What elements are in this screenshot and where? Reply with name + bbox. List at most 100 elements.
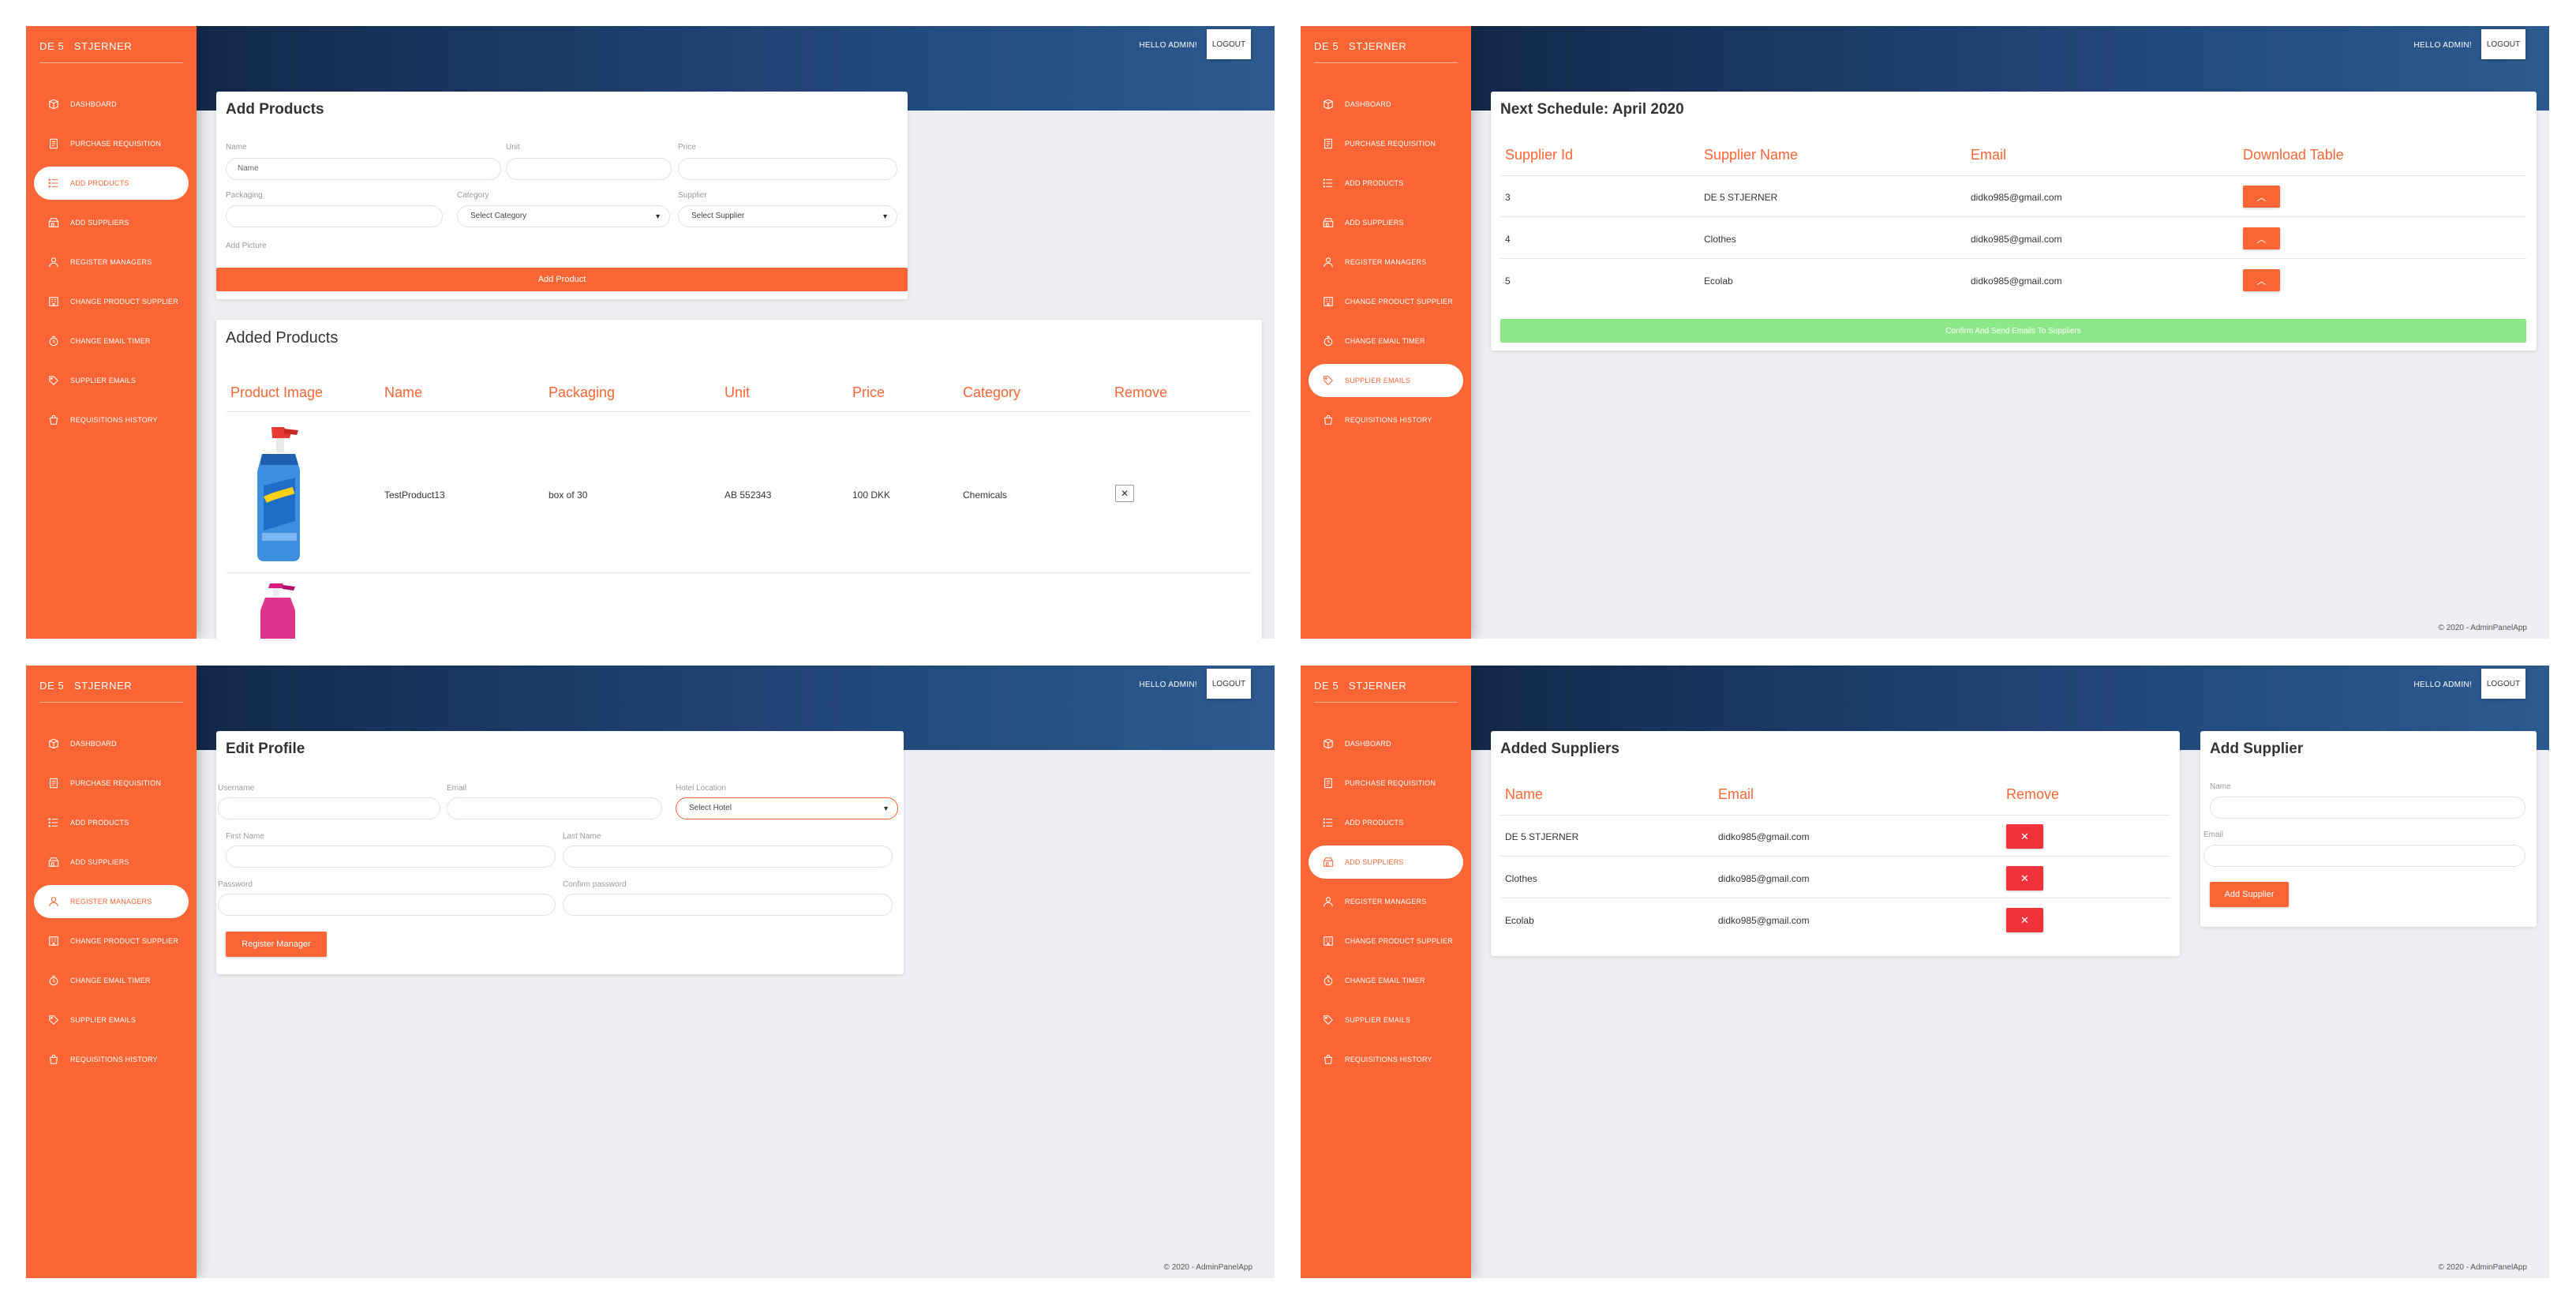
- add-supplier-button[interactable]: Add Supplier: [2210, 882, 2289, 907]
- sidebar-item-add-suppliers[interactable]: ADD SUPPLIERS: [1309, 846, 1463, 879]
- email-input[interactable]: [447, 797, 662, 819]
- sidebar-item-purchase-requisition[interactable]: PURCHASE REQUISITION: [34, 767, 189, 800]
- brand-logo: DE 5 STJERNER: [39, 680, 133, 692]
- supplier-name: Clothes: [1505, 873, 1537, 884]
- supplier-name-input[interactable]: [2210, 797, 2525, 819]
- sidebar-item-requisitions-history[interactable]: REQUISITIONS HISTORY: [34, 1043, 189, 1076]
- sidebar-item-change-email-timer[interactable]: CHANGE EMAIL TIMER: [34, 964, 189, 997]
- sidebar: DE 5 STJERNER DASHBOARD PURCHASE REQUISI…: [26, 26, 197, 639]
- remove-supplier-button[interactable]: ✕: [2006, 824, 2043, 849]
- sidebar-item-purchase-requisition[interactable]: PURCHASE REQUISITION: [1309, 127, 1463, 160]
- user-icon: [48, 257, 59, 268]
- add-product-button[interactable]: Add Product: [216, 268, 908, 291]
- supplier-id: 3: [1505, 192, 1511, 203]
- sidebar-item-dashboard[interactable]: DASHBOARD: [34, 88, 189, 121]
- sidebar-item-label: PURCHASE REQUISITION: [70, 140, 162, 148]
- download-table-button[interactable]: ︿: [2243, 186, 2280, 208]
- sidebar-item-purchase-requisition[interactable]: PURCHASE REQUISITION: [1309, 767, 1463, 800]
- name-input[interactable]: Name: [226, 158, 501, 180]
- username-input[interactable]: [218, 797, 440, 819]
- add-picture-link[interactable]: Add Picture: [226, 242, 267, 250]
- hotel-location-select[interactable]: Select Hotel ▼: [676, 797, 898, 819]
- close-icon: ✕: [2020, 913, 2029, 926]
- password-input[interactable]: [218, 894, 556, 916]
- sidebar-item-change-email-timer[interactable]: CHANGE EMAIL TIMER: [34, 324, 189, 358]
- logout-button[interactable]: LOGOUT: [2481, 669, 2525, 699]
- supplier-name: Ecolab: [1704, 276, 1733, 287]
- last-name-input[interactable]: [563, 846, 893, 868]
- sidebar-item-label: SUPPLIER EMAILS: [70, 377, 137, 384]
- sidebar-item-change-product-supplier[interactable]: CHANGE PRODUCT SUPPLIER: [34, 924, 189, 958]
- sidebar-item-purchase-requisition[interactable]: PURCHASE REQUISITION: [34, 127, 189, 160]
- confirm-password-input[interactable]: [563, 894, 893, 916]
- sidebar-item-change-product-supplier[interactable]: CHANGE PRODUCT SUPPLIER: [1309, 285, 1463, 318]
- sidebar-item-add-products[interactable]: ADD PRODUCTS: [34, 167, 189, 200]
- timer-icon: [48, 975, 59, 986]
- sidebar-item-change-email-timer[interactable]: CHANGE EMAIL TIMER: [1309, 964, 1463, 997]
- logout-button[interactable]: LOGOUT: [1207, 669, 1251, 699]
- sidebar-item-register-managers[interactable]: REGISTER MANAGERS: [1309, 885, 1463, 918]
- sidebar-item-register-managers[interactable]: REGISTER MANAGERS: [1309, 246, 1463, 279]
- schedule-title: Next Schedule: April 2020: [1500, 101, 1684, 118]
- sidebar-item-add-suppliers[interactable]: ADD SUPPLIERS: [34, 846, 189, 879]
- sidebar-item-change-email-timer[interactable]: CHANGE EMAIL TIMER: [1309, 324, 1463, 358]
- price-input[interactable]: [678, 158, 897, 180]
- sidebar-item-label: CHANGE EMAIL TIMER: [1345, 337, 1425, 345]
- packaging-input[interactable]: [226, 205, 443, 227]
- sidebar-item-add-suppliers[interactable]: ADD SUPPLIERS: [1309, 206, 1463, 239]
- sidebar-item-supplier-emails[interactable]: SUPPLIER EMAILS: [34, 1003, 189, 1037]
- remove-supplier-button[interactable]: ✕: [2006, 908, 2043, 932]
- screen-add-suppliers: DE 5 STJERNER DASHBOARD PURCHASE REQUISI…: [1301, 666, 2549, 1278]
- sidebar-item-change-product-supplier[interactable]: CHANGE PRODUCT SUPPLIER: [34, 285, 189, 318]
- supplier-select[interactable]: Select Supplier ▼: [678, 205, 897, 227]
- sidebar-item-requisitions-history[interactable]: REQUISITIONS HISTORY: [1309, 1043, 1463, 1076]
- sidebar-item-change-product-supplier[interactable]: CHANGE PRODUCT SUPPLIER: [1309, 924, 1463, 958]
- sidebar-item-label: REQUISITIONS HISTORY: [1345, 1056, 1432, 1063]
- supplier-email-input[interactable]: [2203, 845, 2525, 867]
- box-icon: [48, 738, 59, 749]
- download-table-button[interactable]: ︿: [2243, 269, 2280, 291]
- sidebar-item-supplier-emails[interactable]: SUPPLIER EMAILS: [1309, 1003, 1463, 1037]
- bag-icon: [48, 414, 59, 426]
- screen-supplier-emails: DE 5 STJERNER DASHBOARD PURCHASE REQUISI…: [1301, 26, 2549, 639]
- timer-icon: [1323, 975, 1334, 986]
- bag-icon: [48, 1054, 59, 1065]
- sidebar-item-dashboard[interactable]: DASHBOARD: [1309, 727, 1463, 760]
- sidebar-item-dashboard[interactable]: DASHBOARD: [1309, 88, 1463, 121]
- sidebar-item-add-suppliers[interactable]: ADD SUPPLIERS: [34, 206, 189, 239]
- sidebar-item-label: DASHBOARD: [1345, 100, 1391, 108]
- sidebar-item-label: CHANGE EMAIL TIMER: [1345, 977, 1425, 984]
- sidebar-item-add-products[interactable]: ADD PRODUCTS: [1309, 167, 1463, 200]
- greeting-text: HELLO ADMIN!: [1139, 681, 1197, 689]
- register-manager-button[interactable]: Register Manager: [226, 932, 327, 957]
- sidebar-item-add-products[interactable]: ADD PRODUCTS: [1309, 806, 1463, 839]
- sidebar-item-label: REGISTER MANAGERS: [1345, 258, 1427, 266]
- first-name-input[interactable]: [226, 846, 556, 868]
- remove-supplier-button[interactable]: ✕: [2006, 866, 2043, 891]
- category-select[interactable]: Select Category ▼: [457, 205, 670, 227]
- download-table-button[interactable]: ︿: [2243, 227, 2280, 249]
- sidebar-item-supplier-emails[interactable]: SUPPLIER EMAILS: [1309, 364, 1463, 397]
- brand-divider: [39, 702, 183, 703]
- greeting-text: HELLO ADMIN!: [2413, 41, 2472, 50]
- sidebar-item-add-products[interactable]: ADD PRODUCTS: [34, 806, 189, 839]
- sidebar-item-label: ADD PRODUCTS: [1345, 819, 1404, 827]
- sidebar-item-register-managers[interactable]: REGISTER MANAGERS: [34, 246, 189, 279]
- product-image: [238, 422, 309, 564]
- supplier-email: didko985@gmail.com: [1971, 192, 2062, 203]
- sidebar-item-register-managers[interactable]: REGISTER MANAGERS: [34, 885, 189, 918]
- sidebar-item-requisitions-history[interactable]: REQUISITIONS HISTORY: [1309, 403, 1463, 437]
- unit-input[interactable]: [506, 158, 672, 180]
- sidebar: DE 5 STJERNER DASHBOARD PURCHASE REQUISI…: [1301, 26, 1471, 639]
- footer-copyright: © 2020 - AdminPanelApp: [2438, 624, 2527, 632]
- first-name-label: First Name: [226, 832, 264, 841]
- sidebar-item-dashboard[interactable]: DASHBOARD: [34, 727, 189, 760]
- logout-button[interactable]: LOGOUT: [1207, 29, 1251, 59]
- sidebar-item-supplier-emails[interactable]: SUPPLIER EMAILS: [34, 364, 189, 397]
- sidebar-item-requisitions-history[interactable]: REQUISITIONS HISTORY: [34, 403, 189, 437]
- remove-product-button[interactable]: ✕: [1115, 485, 1134, 502]
- confirm-send-emails-button[interactable]: Confirm And Send Emails To Suppliers: [1500, 319, 2526, 343]
- col-header: Product Image: [230, 384, 324, 400]
- store-icon: [1323, 217, 1334, 228]
- logout-button[interactable]: LOGOUT: [2481, 29, 2525, 59]
